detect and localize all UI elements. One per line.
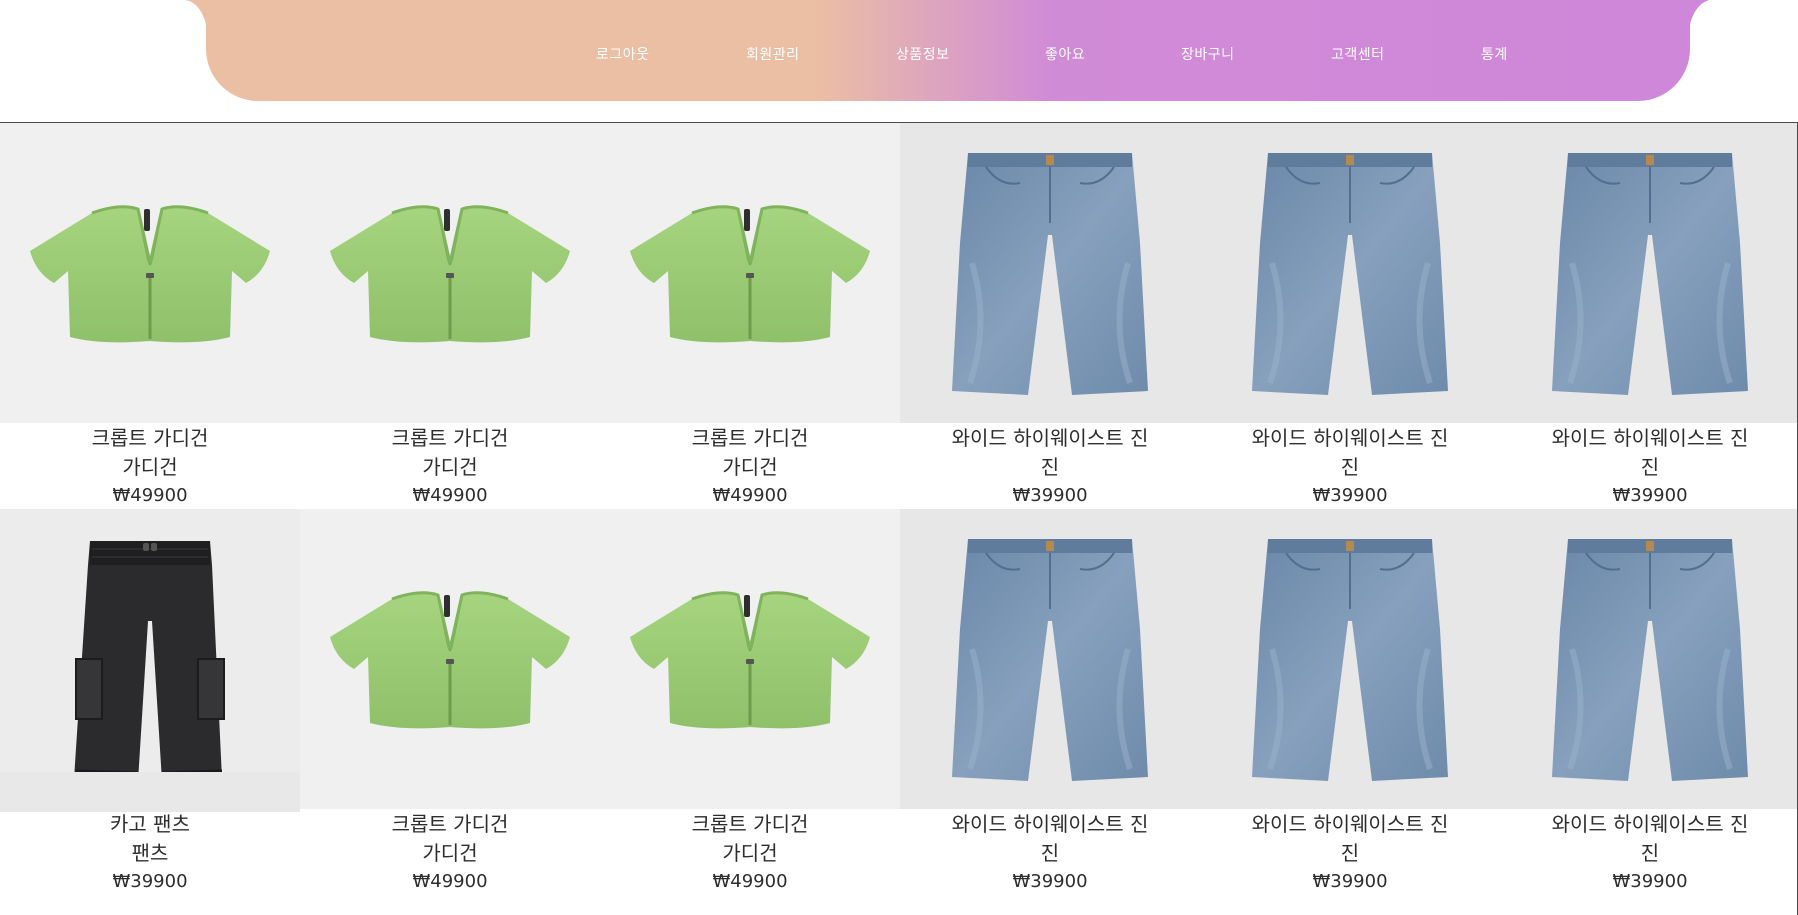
product-title[interactable]: 크롭트 가디건 [0, 424, 300, 453]
product-price: ₩39900 [1312, 871, 1388, 892]
product-card[interactable]: 크롭트 가디건 가디건 ₩49900 [300, 123, 600, 509]
product-card[interactable]: 카고 팬츠 팬츠 ₩39900 [0, 509, 300, 895]
green-cardigan-image [630, 205, 870, 343]
product-image[interactable] [1200, 123, 1500, 423]
product-card[interactable]: 와이드 하이웨이스트 진 진 ₩39900 [1500, 509, 1797, 895]
product-category: 진 [1340, 455, 1360, 479]
product-image[interactable] [900, 509, 1200, 809]
page: 로그아웃 회원관리 상품정보 좋아요 장바구니 고객센터 통계 크롭트 가디건 가… [0, 0, 1798, 915]
product-price: ₩49900 [712, 871, 788, 892]
product-image[interactable] [1200, 509, 1500, 809]
product-category: 진 [1040, 455, 1060, 479]
product-image[interactable] [600, 123, 900, 423]
product-image[interactable] [600, 509, 900, 809]
product-image[interactable] [0, 509, 300, 809]
green-cardigan-image [30, 205, 270, 343]
product-card[interactable]: 크롭트 가디건 가디건 ₩49900 [600, 509, 900, 895]
header-left-curve [184, 0, 208, 40]
product-card[interactable]: 와이드 하이웨이스트 진 진 ₩39900 [1200, 509, 1500, 895]
blue-wide-jeans-image [952, 539, 1148, 781]
product-card[interactable]: 크롭트 가디건 가디건 ₩49900 [300, 509, 600, 895]
product-category: 진 [1640, 455, 1660, 479]
green-cardigan-image [330, 205, 570, 343]
product-price: ₩49900 [412, 871, 488, 892]
product-price: ₩39900 [1312, 485, 1388, 506]
product-title[interactable]: 와이드 하이웨이스트 진 [900, 810, 1200, 839]
product-price: ₩49900 [712, 485, 788, 506]
main-nav: 로그아웃 회원관리 상품정보 좋아요 장바구니 고객센터 통계 [0, 44, 1798, 66]
product-card[interactable]: 와이드 하이웨이스트 진 진 ₩39900 [1200, 123, 1500, 509]
green-cardigan-image [330, 591, 570, 729]
product-card[interactable]: 와이드 하이웨이스트 진 진 ₩39900 [900, 123, 1200, 509]
nav-item-stats[interactable]: 통계 [1481, 44, 1508, 64]
product-price: ₩39900 [1012, 871, 1088, 892]
product-category: 가디건 [422, 841, 478, 865]
product-category: 가디건 [722, 841, 778, 865]
product-title[interactable]: 와이드 하이웨이스트 진 [1200, 424, 1500, 453]
product-image[interactable] [1500, 123, 1797, 423]
product-title[interactable]: 와이드 하이웨이스트 진 [900, 424, 1200, 453]
product-title[interactable]: 와이드 하이웨이스트 진 [1500, 424, 1797, 453]
nav-item-cart[interactable]: 장바구니 [1181, 44, 1235, 64]
product-title[interactable]: 크롭트 가디건 [600, 424, 900, 453]
product-title[interactable]: 와이드 하이웨이스트 진 [1500, 810, 1797, 839]
nav-item-products[interactable]: 상품정보 [896, 44, 950, 64]
product-category: 진 [1040, 841, 1060, 865]
product-card[interactable]: 와이드 하이웨이스트 진 진 ₩39900 [900, 509, 1200, 895]
product-price: ₩39900 [1612, 485, 1688, 506]
nav-item-members[interactable]: 회원관리 [746, 44, 800, 64]
blue-wide-jeans-image [1252, 153, 1448, 395]
nav-item-logout[interactable]: 로그아웃 [596, 44, 650, 64]
product-card[interactable]: 크롭트 가디건 가디건 ₩49900 [0, 123, 300, 509]
product-card-partial[interactable] [0, 772, 300, 812]
product-card[interactable]: 와이드 하이웨이스트 진 진 ₩39900 [1500, 123, 1797, 509]
product-price: ₩39900 [112, 871, 188, 892]
product-price: ₩39900 [1612, 871, 1688, 892]
product-category: 가디건 [422, 455, 478, 479]
product-price: ₩49900 [112, 485, 188, 506]
product-price: ₩39900 [1012, 485, 1088, 506]
blue-wide-jeans-image [1252, 539, 1448, 781]
product-category: 진 [1640, 841, 1660, 865]
product-category: 가디건 [722, 455, 778, 479]
product-image[interactable] [0, 123, 300, 423]
product-category: 진 [1340, 841, 1360, 865]
green-cardigan-image [630, 591, 870, 729]
product-title[interactable]: 크롭트 가디건 [600, 810, 900, 839]
product-title[interactable]: 크롭트 가디건 [300, 424, 600, 453]
blue-wide-jeans-image [952, 153, 1148, 395]
black-cargo-pants-image [74, 541, 225, 781]
product-category: 가디건 [122, 455, 178, 479]
product-price: ₩49900 [412, 485, 488, 506]
blue-wide-jeans-image [1552, 539, 1748, 781]
product-title[interactable]: 와이드 하이웨이스트 진 [1200, 810, 1500, 839]
product-image[interactable] [300, 123, 600, 423]
nav-item-likes[interactable]: 좋아요 [1045, 44, 1085, 64]
product-title[interactable]: 크롭트 가디건 [300, 810, 600, 839]
product-image[interactable] [1500, 509, 1797, 809]
product-image[interactable] [900, 123, 1200, 423]
product-image[interactable] [300, 509, 600, 809]
blue-wide-jeans-image [1552, 153, 1748, 395]
nav-item-support[interactable]: 고객센터 [1331, 44, 1385, 64]
product-category: 팬츠 [131, 841, 169, 865]
product-title[interactable]: 카고 팬츠 [0, 810, 300, 839]
product-card[interactable]: 크롭트 가디건 가디건 ₩49900 [600, 123, 900, 509]
